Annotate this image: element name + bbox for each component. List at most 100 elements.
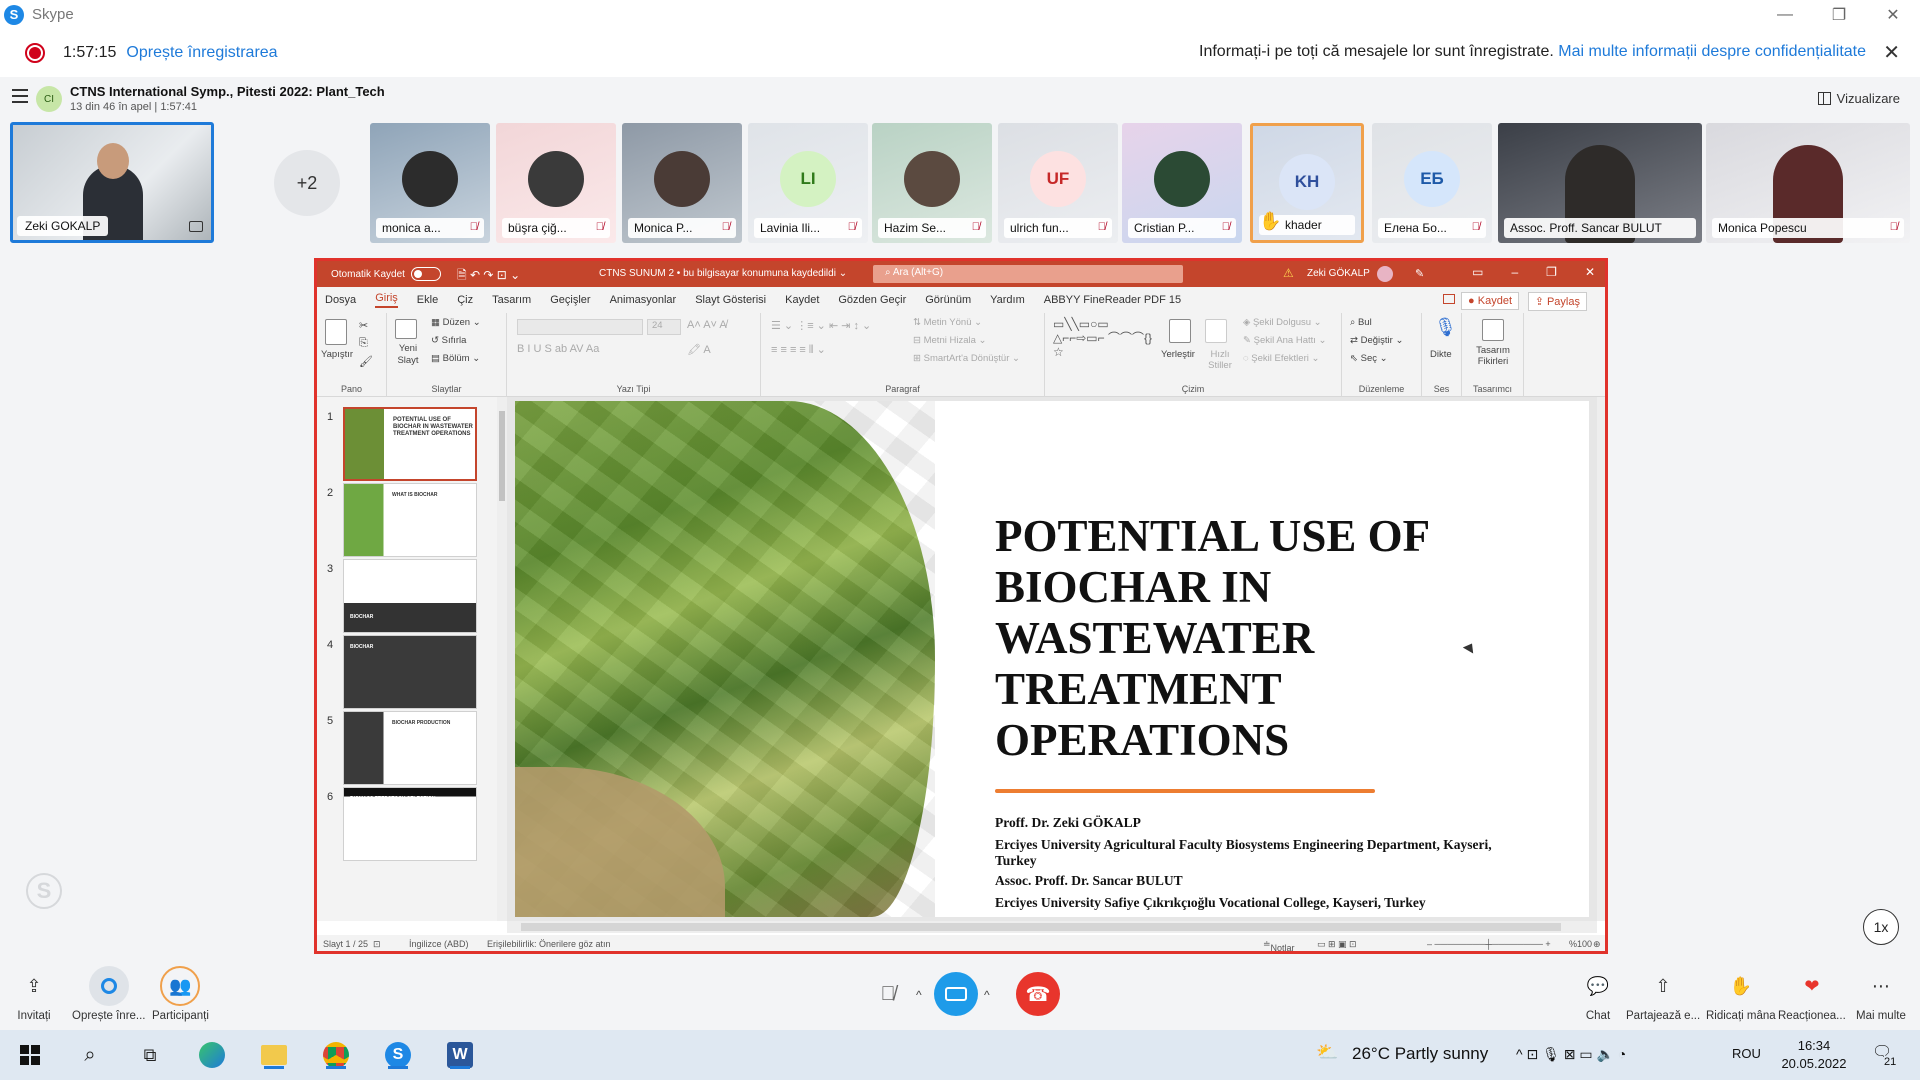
video-options-chevron-icon[interactable]: ^ <box>984 988 990 1002</box>
slide-vertical-scrollbar[interactable] <box>1597 397 1605 921</box>
align-buttons[interactable]: ≡ ≡ ≡ ≡ ⫴ ⌄ <box>771 343 826 357</box>
design-ideas-label[interactable]: Tasarım Fikirleri <box>1466 345 1520 367</box>
ribbon-tab[interactable]: Dosya <box>325 294 356 306</box>
participant-tile[interactable]: Monica Popescu 🎙̸ <box>1706 123 1910 243</box>
fit-to-window-icon[interactable]: ⊕ <box>1593 939 1601 950</box>
slide-thumbnail[interactable]: POTENTIAL USE OF BIOCHAR IN WASTEWATER T… <box>343 407 477 481</box>
pen-icon[interactable]: ✎ <box>1415 267 1424 280</box>
participant-tile[interactable]: LI Lavinia Ili... 🎙̸ <box>748 123 868 243</box>
stop-recording-button[interactable]: Oprește înre... <box>72 966 146 1022</box>
participant-tile[interactable]: Assoc. Proff. Sancar BULUT <box>1498 123 1702 243</box>
format-painter-icon[interactable]: 🖌 <box>359 355 373 368</box>
ppt-user-avatar[interactable] <box>1377 266 1393 282</box>
affiliation-1[interactable]: Erciyes University Agricultural Faculty … <box>995 837 1515 869</box>
self-video-tile[interactable]: Zeki GOKALP <box>10 122 214 243</box>
participants-button[interactable]: 👥 Participanți <box>152 966 209 1022</box>
slide-thumbnail[interactable]: BIOMASS FEEDSTOCK SELECTION <box>343 787 477 861</box>
group-avatar[interactable]: CI <box>36 86 62 112</box>
ppt-restore-icon[interactable]: ❐ <box>1546 265 1557 279</box>
windows-start-icon[interactable] <box>14 1039 46 1071</box>
ppt-share-button[interactable]: ⇪ Paylaş <box>1527 292 1587 311</box>
shapes-gallery[interactable]: ▭╲╲▭○▭ △⌐⌐⇨▭⌐ ⌒⌒⌒{}☆ <box>1053 317 1153 359</box>
zoom-slider[interactable]: – ────────┼──────── + <box>1427 939 1551 949</box>
ribbon-tab[interactable]: Geçişler <box>550 294 590 306</box>
shape-outline-menu[interactable]: ✎ Şekil Ana Hattı ⌄ <box>1243 335 1327 346</box>
thumbnails-scrollbar[interactable] <box>497 397 507 921</box>
file-explorer-icon[interactable] <box>258 1039 290 1071</box>
weather-icon[interactable]: ⛅ <box>1316 1042 1338 1063</box>
zoom-level[interactable]: %100 <box>1569 939 1592 949</box>
ribbon-tab[interactable]: Giriş <box>375 292 398 308</box>
input-language[interactable]: ROU <box>1732 1046 1761 1061</box>
slide-thumbnail[interactable]: BIOCHAR PRODUCTION <box>343 711 477 785</box>
call-title[interactable]: CTNS International Symp., Pitesti 2022: … <box>70 84 385 99</box>
participant-tile[interactable]: monica a... 🎙̸ <box>370 123 490 243</box>
dictate-label[interactable]: Dikte <box>1430 349 1452 360</box>
ppt-minimize-icon[interactable]: – <box>1511 265 1518 279</box>
ppt-save-button[interactable]: ● Kaydet <box>1461 292 1519 310</box>
ribbon-tab[interactable]: Gözden Geçir <box>838 294 906 306</box>
list-buttons[interactable]: ☰ ⌄ ⋮≡ ⌄ ⇤ ⇥ ↕ ⌄ <box>771 319 871 332</box>
ppt-ribbon-display-icon[interactable]: ▭ <box>1472 265 1483 279</box>
slide-thumbnail[interactable]: WHAT IS BIOCHAR <box>343 483 477 557</box>
language-status[interactable]: İngilizce (ABD) <box>409 939 469 949</box>
section-menu[interactable]: ▤ Bölüm ⌄ <box>431 353 480 364</box>
ribbon-tab[interactable]: Tasarım <box>492 294 531 306</box>
font-size-buttons[interactable]: A˄ A˅ A̸ <box>687 319 727 331</box>
more-options-button[interactable]: ⋯ Mai multe <box>1856 966 1906 1023</box>
ppt-user-name[interactable]: Zeki GÖKALP <box>1307 268 1370 279</box>
shape-effects-menu[interactable]: ◌ Şekil Efektleri ⌄ <box>1243 353 1319 364</box>
font-size-input[interactable]: 24 <box>647 319 681 335</box>
quick-styles-icon[interactable] <box>1205 319 1227 343</box>
word-icon[interactable]: W <box>444 1039 476 1071</box>
slide-horizontal-scrollbar[interactable] <box>507 921 1597 933</box>
menu-icon[interactable] <box>12 89 28 103</box>
author-1[interactable]: Proff. Dr. Zeki GÖKALP <box>995 815 1515 831</box>
raise-hand-button[interactable]: ✋ Ridicați mâna <box>1706 966 1776 1023</box>
share-screen-button[interactable]: ⇧ Partajează e... <box>1626 966 1700 1023</box>
layout-menu[interactable]: ▦ Düzen ⌄ <box>431 317 481 328</box>
restore-button[interactable]: ❐ <box>1812 0 1866 29</box>
react-button[interactable]: ❤ Reacționea... <box>1778 966 1846 1023</box>
slide-canvas[interactable]: POTENTIAL USE OF BIOCHAR IN WASTEWATER T… <box>515 401 1589 917</box>
task-view-icon[interactable]: ⧉ <box>134 1039 166 1071</box>
font-color-buttons[interactable]: 🖍 A <box>687 343 711 356</box>
ribbon-tab[interactable]: Kaydet <box>785 294 819 306</box>
privacy-link[interactable]: Mai multe informații despre confidențial… <box>1558 43 1866 60</box>
chat-button[interactable]: 💬 Chat <box>1578 966 1618 1023</box>
video-button[interactable] <box>934 972 978 1016</box>
mute-button[interactable]: 🎙̸ <box>866 972 910 1016</box>
close-recording-notice-icon[interactable]: ✕ <box>1883 40 1900 65</box>
shape-fill-menu[interactable]: ◈ Şekil Dolgusu ⌄ <box>1243 317 1322 328</box>
reset-button[interactable]: ↺ Sıfırla <box>431 335 466 346</box>
end-call-button[interactable]: ☎ <box>1016 972 1060 1016</box>
participant-tile[interactable]: Cristian P... 🎙̸ <box>1122 123 1242 243</box>
edge-browser-icon[interactable] <box>196 1039 228 1071</box>
arrange-icon[interactable] <box>1169 319 1191 343</box>
clock-time[interactable]: 16:34 <box>1786 1038 1842 1053</box>
ppt-document-title[interactable]: CTNS SUNUM 2 • bu bilgisayar konumuna ka… <box>599 268 847 279</box>
slide-thumbnail[interactable]: BIOCHAR <box>343 559 477 633</box>
affiliation-2[interactable]: Erciyes University Safiye Çıkrıkçıoğlu V… <box>995 895 1515 911</box>
more-participants-button[interactable]: +2 <box>274 150 340 216</box>
quick-styles-label[interactable]: Hızlı Stiller <box>1205 349 1235 371</box>
spellcheck-icon[interactable]: ⊡ <box>373 939 381 950</box>
close-window-button[interactable]: ✕ <box>1866 0 1920 29</box>
minimize-button[interactable]: — <box>1758 0 1812 29</box>
search-icon[interactable]: ⌕ <box>74 1039 106 1071</box>
playback-speed-button[interactable]: 1x <box>1863 909 1899 945</box>
participant-tile[interactable]: ЕБ Елена Бо... 🎙̸ <box>1372 123 1492 243</box>
new-slide-icon[interactable] <box>395 319 417 339</box>
ribbon-tab[interactable]: Ekle <box>417 294 438 306</box>
accessibility-status[interactable]: Erişilebilirlik: Önerilere göz atın <box>487 939 611 949</box>
participant-tile[interactable]: büşra çiğ... 🎙̸ <box>496 123 616 243</box>
ppt-search-box[interactable]: ⌕ Ara (Alt+G) <box>873 265 1183 283</box>
participant-tile[interactable]: Hazim Se... 🎙̸ <box>872 123 992 243</box>
select-button[interactable]: ⇖ Seç ⌄ <box>1350 353 1388 364</box>
participant-tile[interactable]: Monica P... 🎙̸ <box>622 123 742 243</box>
ribbon-tab[interactable]: Görünüm <box>925 294 971 306</box>
font-name-input[interactable] <box>517 319 643 335</box>
ribbon-tab[interactable]: Yardım <box>990 294 1025 306</box>
microphone-icon[interactable]: 🎙 <box>1434 317 1457 338</box>
notes-button[interactable]: ≐ Notlar <box>1263 939 1295 951</box>
